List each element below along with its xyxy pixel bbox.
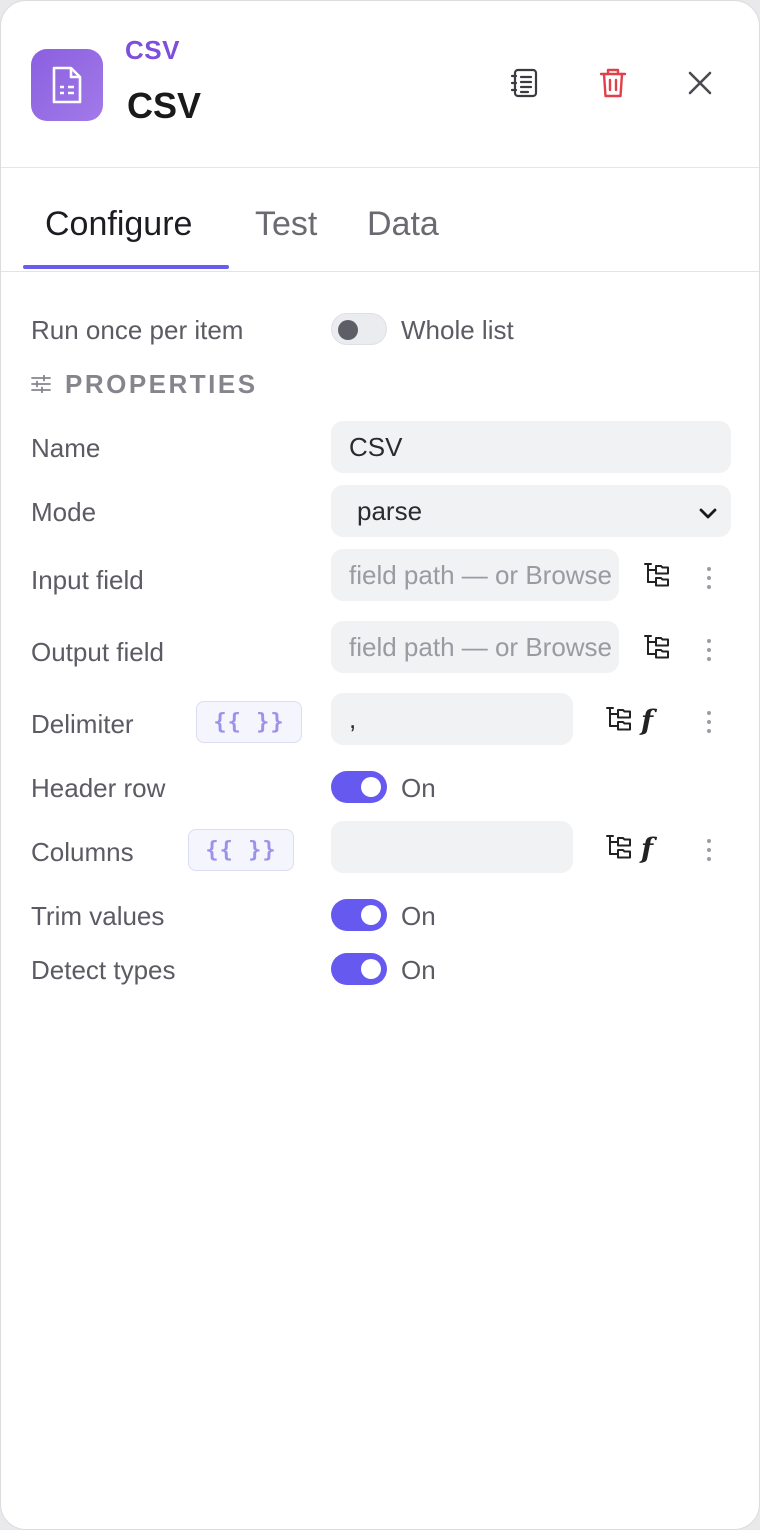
function-button[interactable]: f — [641, 832, 653, 865]
sliders-icon — [31, 369, 51, 400]
active-tab-indicator — [23, 265, 229, 269]
delimiter-input[interactable]: , — [331, 693, 573, 745]
trim-values-label: Trim values — [31, 901, 165, 931]
node-type-label: CSV — [125, 35, 180, 65]
trim-values-toggle[interactable] — [331, 899, 387, 931]
more-options-button[interactable] — [701, 835, 717, 865]
more-options-button[interactable] — [701, 707, 717, 737]
file-spreadsheet-icon — [31, 49, 103, 121]
columns-label: Columns — [31, 837, 134, 867]
mode-select-value: parse — [357, 495, 423, 526]
tab-configure[interactable]: Configure — [45, 205, 192, 244]
name-input[interactable]: CSV — [331, 421, 731, 473]
tab-data[interactable]: Data — [367, 205, 439, 244]
properties-section-title: PROPERTIES — [31, 369, 258, 400]
node-title: CSV — [127, 85, 202, 126]
detect-types-toggle-text: On — [401, 955, 436, 985]
trim-values-toggle-text: On — [401, 901, 436, 931]
mode-select[interactable]: parse — [331, 485, 731, 537]
tree-structure-icon — [644, 561, 670, 592]
tree-structure-icon — [606, 833, 632, 864]
function-button[interactable]: f — [641, 704, 653, 737]
tab-test[interactable]: Test — [255, 205, 317, 244]
tab-bar: Configure Test Data — [1, 169, 759, 272]
notes-icon — [510, 67, 540, 104]
close-button[interactable] — [678, 63, 722, 107]
delimiter-label: Delimiter — [31, 709, 134, 739]
mode-label: Mode — [31, 497, 97, 527]
notes-button[interactable] — [503, 63, 547, 107]
header-row-label: Header row — [31, 773, 166, 803]
input-field-label: Input field — [31, 565, 144, 595]
output-field-input[interactable]: field path — or Browse — [331, 621, 619, 673]
columns-input[interactable] — [331, 821, 573, 873]
detect-types-label: Detect types — [31, 955, 176, 985]
browse-tree-button[interactable] — [642, 561, 672, 591]
output-field-label: Output field — [31, 637, 164, 667]
more-options-button[interactable] — [701, 635, 717, 665]
browse-tree-button[interactable] — [604, 705, 634, 735]
close-icon — [687, 70, 713, 101]
detect-types-toggle[interactable] — [331, 953, 387, 985]
panel-header: CSV CSV — [1, 1, 759, 168]
expression-toggle-chip[interactable]: {{ }} — [188, 829, 294, 871]
name-label: Name — [31, 433, 101, 463]
tree-structure-icon — [606, 705, 632, 736]
run-mode-toggle[interactable] — [331, 313, 387, 345]
header-row-toggle[interactable] — [331, 771, 387, 803]
more-options-button[interactable] — [701, 563, 717, 593]
header-row-toggle-text: On — [401, 773, 436, 803]
browse-tree-button[interactable] — [604, 833, 634, 863]
input-field-input[interactable]: field path — or Browse — [331, 549, 619, 601]
browse-tree-button[interactable] — [642, 633, 672, 663]
delete-button[interactable] — [591, 63, 635, 107]
chevron-down-icon — [699, 496, 717, 527]
node-config-panel: CSV CSV Configure Test Data Run once per… — [0, 0, 760, 1530]
section-title-text: PROPERTIES — [65, 369, 258, 399]
trash-icon — [599, 67, 627, 104]
run-mode-toggle-text: Whole list — [401, 315, 514, 345]
tree-structure-icon — [644, 633, 670, 664]
expression-toggle-chip[interactable]: {{ }} — [196, 701, 302, 743]
run-mode-label: Run once per item — [31, 315, 244, 345]
